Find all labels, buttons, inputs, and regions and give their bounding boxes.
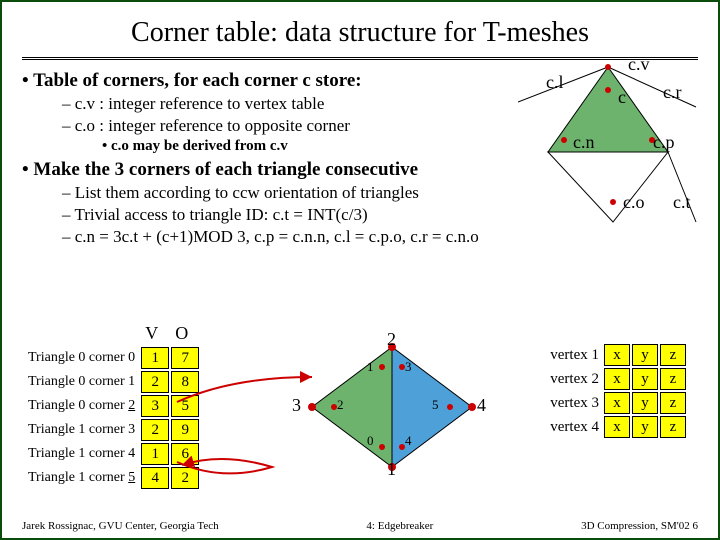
corner-o-cell: 9	[171, 419, 199, 441]
corner-v-cell: 4	[141, 467, 169, 489]
label-c: c	[618, 87, 626, 108]
corner-row-label: Triangle 0 corner 2	[24, 395, 139, 417]
vtx-4-label: 4	[477, 395, 486, 416]
vertex-x-cell: x	[604, 368, 630, 390]
corner-o-cell: 2	[171, 467, 199, 489]
corner-v-cell: 2	[141, 371, 169, 393]
footer-mid: 4: Edgebreaker	[366, 520, 433, 532]
vertex-row-label: vertex 1	[547, 344, 602, 366]
vertex-z-cell: z	[660, 392, 686, 414]
vertex-z-cell: z	[660, 344, 686, 366]
vertex-y-cell: y	[632, 392, 658, 414]
corner-o-cell: 7	[171, 347, 199, 369]
vtx-2-label: 2	[387, 329, 396, 350]
corner-1-label: 1	[367, 359, 374, 375]
label-co: c.o	[623, 192, 645, 213]
footer-right: 3D Compression, SM'02 6	[581, 520, 698, 532]
corner-row-label: Triangle 0 corner 0	[24, 347, 139, 369]
vertex-row-label: vertex 4	[547, 416, 602, 438]
footer: Jarek Rossignac, GVU Center, Georgia Tec…	[22, 520, 698, 532]
corner-v-cell: 3	[141, 395, 169, 417]
label-cv: c.v	[628, 54, 650, 75]
triangle-pair-diagram: 2 3 1 4 1 2 0 3 4 5	[292, 337, 492, 477]
footer-left: Jarek Rossignac, GVU Center, Georgia Tec…	[22, 520, 219, 532]
corner-row-label: Triangle 1 corner 4	[24, 443, 139, 465]
vtx-3-label: 3	[292, 395, 301, 416]
corner-o-cell: 8	[171, 371, 199, 393]
corner-v-cell: 1	[141, 443, 169, 465]
corner-4-label: 4	[405, 433, 412, 449]
corner-5-label: 5	[432, 397, 439, 413]
corner-diagram: c.v c.l c.r c c.n c.p c.o c.t	[518, 62, 698, 232]
corner-row-label: Triangle 1 corner 3	[24, 419, 139, 441]
title-rule	[22, 57, 698, 60]
label-cn: c.n	[573, 132, 595, 153]
label-cr: c.r	[663, 82, 681, 103]
label-cp: c.p	[653, 132, 675, 153]
vertex-x-cell: x	[604, 416, 630, 438]
corner-row-label: Triangle 1 corner 5	[24, 467, 139, 489]
corner-v-cell: 1	[141, 347, 169, 369]
corner-2-label: 2	[337, 397, 344, 413]
vertex-z-cell: z	[660, 416, 686, 438]
vertex-row-label: vertex 2	[547, 368, 602, 390]
vertex-x-cell: x	[604, 392, 630, 414]
vertex-table: vertex 1xyzvertex 2xyzvertex 3xyzvertex …	[545, 342, 688, 440]
label-ct: c.t	[673, 192, 691, 213]
corner-o-cell: 5	[171, 395, 199, 417]
slide-title: Corner table: data structure for T-meshe…	[22, 17, 698, 49]
vertex-y-cell: y	[632, 344, 658, 366]
vertex-y-cell: y	[632, 368, 658, 390]
vtx-1-label: 1	[387, 459, 396, 480]
vertex-z-cell: z	[660, 368, 686, 390]
corner-3-label: 3	[405, 359, 412, 375]
corner-0-label: 0	[367, 433, 374, 449]
vertex-row-label: vertex 3	[547, 392, 602, 414]
label-cl: c.l	[546, 72, 564, 93]
vertex-y-cell: y	[632, 416, 658, 438]
corner-v-cell: 2	[141, 419, 169, 441]
corner-table: VOTriangle 0 corner 017Triangle 0 corner…	[22, 320, 201, 491]
vertex-x-cell: x	[604, 344, 630, 366]
corner-o-cell: 6	[171, 443, 199, 465]
corner-row-label: Triangle 0 corner 1	[24, 371, 139, 393]
